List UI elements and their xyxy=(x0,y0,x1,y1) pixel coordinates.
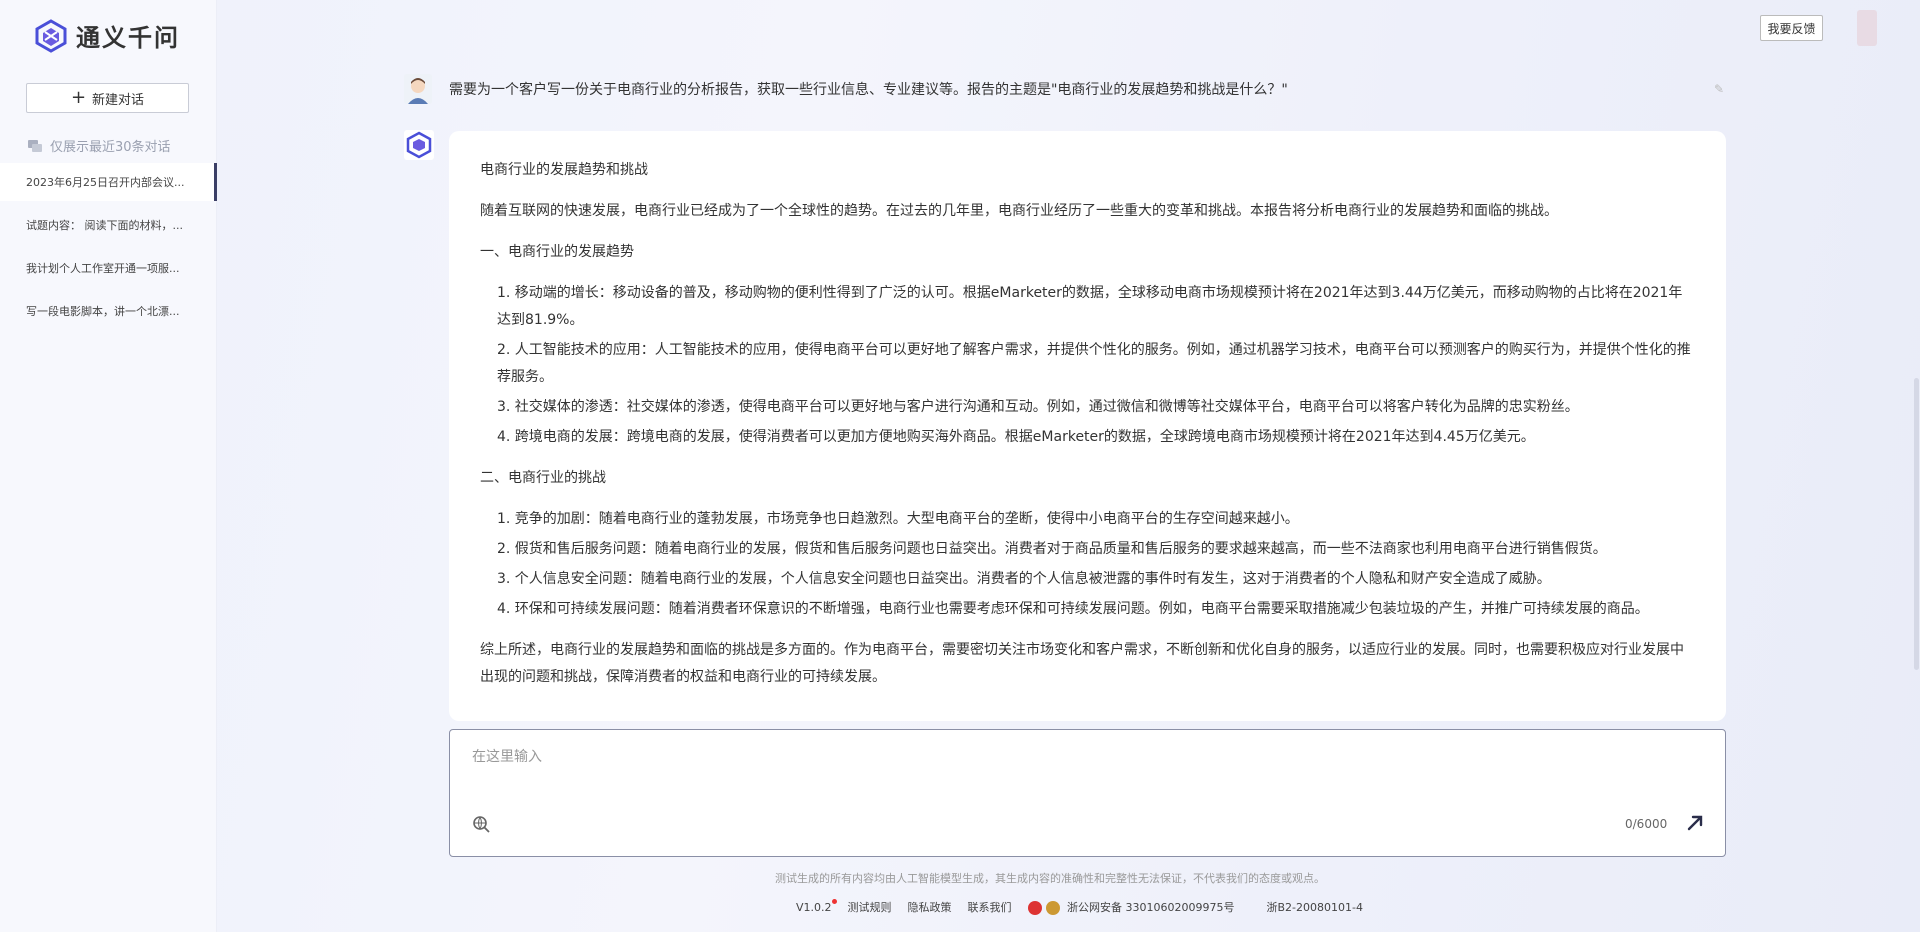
scrollbar[interactable] xyxy=(1914,378,1919,670)
user-message-text: 需要为一个客户写一份关于电商行业的分析报告，获取一些行业信息、专业建议等。报告的… xyxy=(449,82,1288,98)
contact-link[interactable]: 联系我们 xyxy=(968,899,1012,915)
sidebar: 通义千问 + 新建对话 仅展示最近30条对话 2023年6月25日召开内部会议.… xyxy=(0,0,217,932)
history-item-label: 写一段电影脚本，讲一个北漂... xyxy=(26,305,180,318)
disclaimer: 测试生成的所有内容均由人工智能模型生成，其生成内容的准确性和完整性无法保证，不代… xyxy=(775,872,1325,885)
list-item: 1. 移动端的增长：移动设备的普及，移动购物的便利性得到了广泛的认可。根据eMa… xyxy=(497,285,1683,328)
user-avatar xyxy=(404,74,432,104)
edit-icon[interactable]: ✎ xyxy=(1714,82,1728,96)
history-item[interactable]: 试题内容： 阅读下面的材料，... xyxy=(0,206,217,244)
history-item-label: 试题内容： 阅读下面的材料，... xyxy=(26,219,183,232)
rules-link[interactable]: 测试规则 xyxy=(848,899,892,915)
history-item[interactable]: 我计划个人工作室开通一项服... xyxy=(0,249,217,287)
police-badge-icon xyxy=(1045,901,1060,915)
tongyi-logo-icon xyxy=(35,18,67,53)
answer-title: 电商行业的发展趋势和挑战 xyxy=(480,162,648,178)
account-avatar[interactable] xyxy=(1857,10,1877,46)
list-item: 3. 社交媒体的渗透：社交媒体的渗透，使得电商平台可以更好地与客户进行沟通和互动… xyxy=(497,399,1579,415)
privacy-link[interactable]: 隐私政策 xyxy=(908,899,952,915)
answer-conclusion: 综上所述，电商行业的发展趋势和面临的挑战是多方面的。作为电商平台，需要密切关注市… xyxy=(480,642,1684,685)
history-item[interactable]: 2023年6月25日召开内部会议... xyxy=(0,163,217,201)
chat-input[interactable] xyxy=(472,746,1692,796)
list-item: 4. 跨境电商的发展：跨境电商的发展，使得消费者可以更加方便地购买海外商品。根据… xyxy=(497,429,1535,445)
chat-bubble-icon xyxy=(28,139,42,152)
police-record[interactable]: 浙公网安备 33010602009975号 xyxy=(1027,899,1251,915)
list-item: 2. 假货和售后服务问题：随着电商行业的发展，假货和售后服务问题也日益突出。消费… xyxy=(497,541,1607,557)
chat-input-box: 0/6000 xyxy=(449,729,1726,857)
app-logo[interactable]: 通义千问 xyxy=(34,18,180,53)
list-item: 3. 个人信息安全问题：随着电商行业的发展，个人信息安全问题也日益突出。消费者的… xyxy=(497,571,1551,587)
assistant-answer: 电商行业的发展趋势和挑战 随着互联网的快速发展，电商行业已经成为了一个全球性的趋… xyxy=(449,131,1726,721)
emblem-icon xyxy=(1027,901,1042,915)
feedback-button[interactable]: 我要反馈 xyxy=(1760,15,1823,41)
list-item: 1. 竞争的加剧：随着电商行业的蓬勃发展，市场竞争也日趋激烈。大型电商平台的垄断… xyxy=(497,511,1299,527)
history-note: 仅展示最近30条对话 xyxy=(28,136,171,155)
web-search-icon[interactable] xyxy=(472,815,490,833)
icp-link[interactable]: 浙B2-20080101-4 xyxy=(1267,899,1363,915)
history-item-label: 2023年6月25日召开内部会议... xyxy=(26,176,185,189)
answer-intro: 随着互联网的快速发展，电商行业已经成为了一个全球性的趋势。在过去的几年里，电商行… xyxy=(480,203,1558,219)
list-item: 4. 环保和可持续发展问题：随着消费者环保意识的不断增强，电商行业也需要考虑环保… xyxy=(497,601,1649,617)
police-record-text: 浙公网安备 33010602009975号 xyxy=(1067,901,1235,914)
app-name: 通义千问 xyxy=(76,24,180,52)
challenges-list: 1. 竞争的加剧：随着电商行业的蓬勃发展，市场竞争也日趋激烈。大型电商平台的垄断… xyxy=(480,506,1694,623)
user-avatar-icon xyxy=(404,74,432,104)
assistant-avatar-icon xyxy=(404,130,434,160)
version-label: V1.0.2 xyxy=(796,898,836,914)
send-icon[interactable] xyxy=(1686,814,1704,832)
char-counter: 0/6000 xyxy=(1625,817,1668,831)
new-chat-button[interactable]: + 新建对话 xyxy=(26,83,189,113)
new-chat-label: 新建对话 xyxy=(92,92,145,108)
list-item: 2. 人工智能技术的应用：人工智能技术的应用，使得电商平台可以更好地了解客户需求… xyxy=(497,342,1691,385)
user-message-row: 需要为一个客户写一份关于电商行业的分析报告，获取一些行业信息、专业建议等。报告的… xyxy=(404,74,1728,104)
footer: V1.0.2 测试规则 隐私政策 联系我们 浙公网安备 330106020099… xyxy=(796,898,1379,915)
history-note-text: 仅展示最近30条对话 xyxy=(50,140,171,155)
trends-list: 1. 移动端的增长：移动设备的普及，移动购物的便利性得到了广泛的认可。根据eMa… xyxy=(480,280,1694,451)
history-item-label: 我计划个人工作室开通一项服... xyxy=(26,262,180,275)
section-title-trends: 一、电商行业的发展趋势 xyxy=(480,244,634,260)
section-title-challenges: 二、电商行业的挑战 xyxy=(480,470,606,486)
plus-icon: + xyxy=(70,87,87,108)
history-list: 2023年6月25日召开内部会议... 试题内容： 阅读下面的材料，... 我计… xyxy=(0,163,217,335)
history-item[interactable]: 写一段电影脚本，讲一个北漂... xyxy=(0,292,217,330)
